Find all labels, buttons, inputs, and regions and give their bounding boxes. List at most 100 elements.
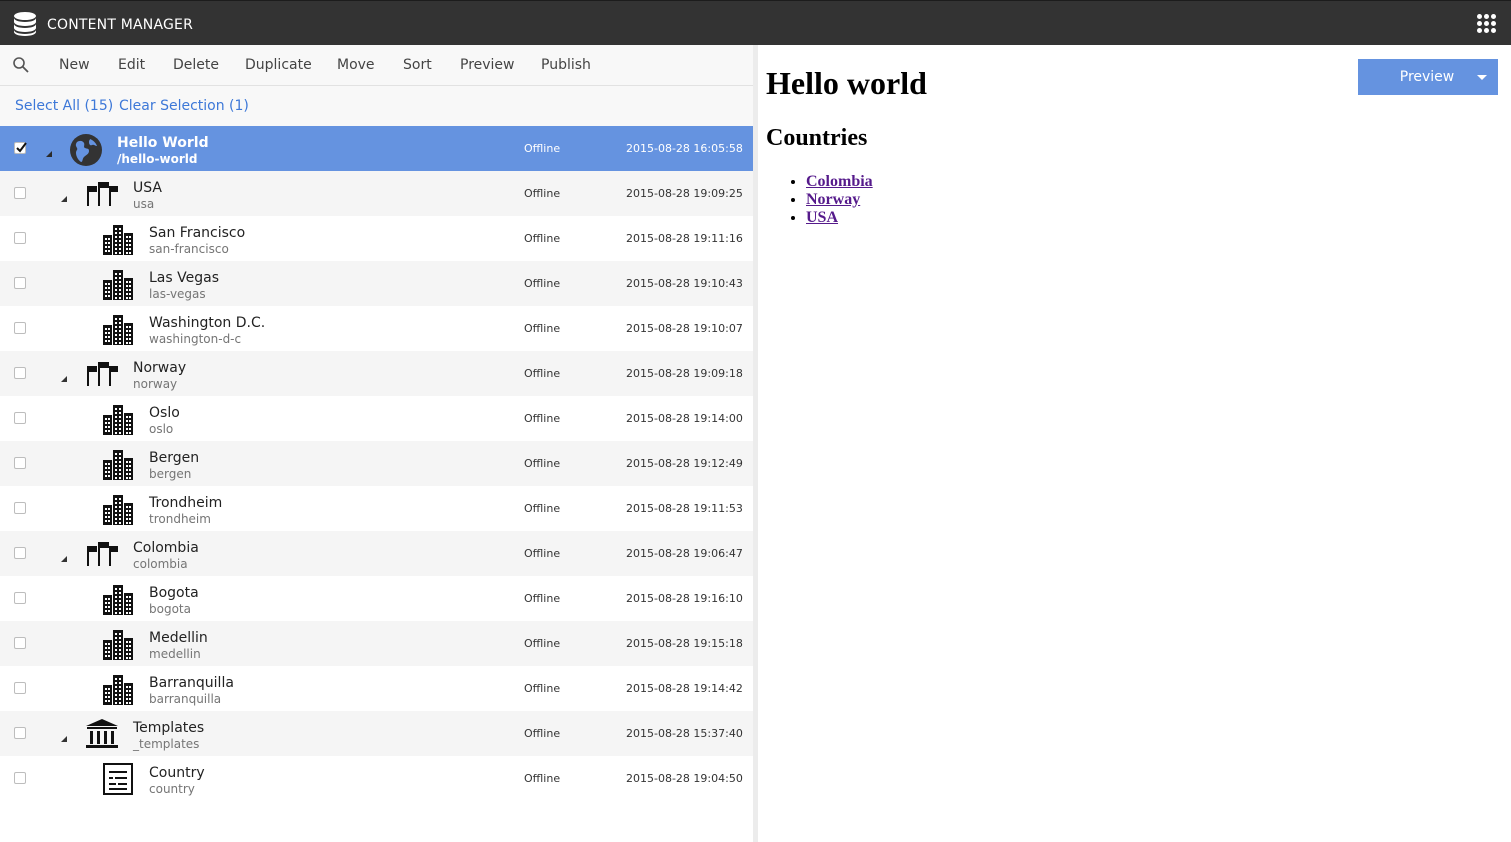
city-icon xyxy=(101,268,135,300)
row-title-block: Medellin medellin xyxy=(149,630,208,662)
city-icon xyxy=(101,313,135,345)
row-modified-date: 2015-08-28 19:15:18 xyxy=(626,637,743,650)
table-row[interactable]: Oslo oslo Offline 2015-08-28 19:14:00 xyxy=(0,396,753,441)
row-checkbox[interactable] xyxy=(14,547,26,559)
city-icon xyxy=(101,403,135,435)
list-item: USA xyxy=(806,209,873,227)
app-title: CONTENT MANAGER xyxy=(47,17,194,33)
row-status: Offline xyxy=(524,277,561,290)
sort-button[interactable]: Sort xyxy=(403,57,432,73)
expand-toggle-icon[interactable] xyxy=(59,369,69,382)
row-checkbox[interactable] xyxy=(14,457,26,469)
row-path: san-francisco xyxy=(149,242,229,256)
row-status: Offline xyxy=(524,502,561,515)
row-name: Country xyxy=(149,765,205,781)
list-item: Colombia xyxy=(806,173,873,191)
row-name: Hello World xyxy=(117,135,209,151)
search-icon[interactable] xyxy=(12,56,30,74)
row-modified-date: 2015-08-28 19:06:47 xyxy=(626,547,743,560)
new-button[interactable]: New xyxy=(59,57,90,73)
table-row[interactable]: USA usa Offline 2015-08-28 19:09:25 xyxy=(0,171,753,216)
row-path: usa xyxy=(133,197,155,211)
row-modified-date: 2015-08-28 19:16:10 xyxy=(626,592,743,605)
publish-button[interactable]: Publish xyxy=(541,57,591,73)
move-button[interactable]: Move xyxy=(337,57,375,73)
country-link[interactable]: Colombia xyxy=(806,173,873,190)
table-row[interactable]: Templates _templates Offline 2015-08-28 15:… xyxy=(0,711,753,756)
table-row[interactable]: Trondheim trondheim Offline 2015-08-28 19:1… xyxy=(0,486,753,531)
row-path: norway xyxy=(133,377,178,391)
selection-bar: Select All (15) Clear Selection (1) xyxy=(0,86,753,126)
row-path: bogota xyxy=(149,602,191,616)
row-name: Colombia xyxy=(133,540,199,556)
table-row[interactable]: Colombia colombia Offline 2015-08-28 19:06:… xyxy=(0,531,753,576)
row-title-block: Country country xyxy=(149,765,205,797)
row-name: Trondheim xyxy=(149,495,223,511)
table-row[interactable]: Bogota bogota Offline 2015-08-28 19:16:10 xyxy=(0,576,753,621)
row-status: Offline xyxy=(524,412,561,425)
row-checkbox[interactable] xyxy=(14,322,26,334)
toolbar: New Edit Delete Duplicate Move Sort Prev… xyxy=(0,45,753,86)
clear-selection-link[interactable]: Clear Selection (1) xyxy=(119,98,249,114)
row-checkbox[interactable] xyxy=(14,682,26,694)
row-checkbox[interactable] xyxy=(14,727,26,739)
row-path: _templates xyxy=(133,737,200,751)
table-row[interactable]: Norway norway Offline 2015-08-28 19:09:18 xyxy=(0,351,753,396)
table-row[interactable]: Barranquilla barranquilla Offline 2015-08-2… xyxy=(0,666,753,711)
content-tree-grid: Hello World/hello-world Offline 2015-08-28… xyxy=(0,126,753,801)
row-modified-date: 2015-08-28 19:14:42 xyxy=(626,682,743,695)
app-header: CONTENT MANAGER xyxy=(0,0,1511,45)
row-title-block: Oslo oslo xyxy=(149,405,180,437)
row-checkbox[interactable] xyxy=(14,637,26,649)
row-title-block: USA usa xyxy=(133,180,162,212)
expand-toggle-icon[interactable] xyxy=(59,189,69,202)
preview-button[interactable]: Preview xyxy=(1358,59,1498,95)
row-title-block: Norway norway xyxy=(133,360,186,392)
country-link[interactable]: USA xyxy=(806,209,838,226)
table-row[interactable]: Country country Offline 2015-08-28 19:04:50 xyxy=(0,756,753,801)
row-status: Offline xyxy=(524,142,561,155)
row-status: Offline xyxy=(524,187,561,200)
row-title-block: Washington D.C. washington-d-c xyxy=(149,315,265,347)
select-all-link[interactable]: Select All (15) xyxy=(15,98,113,114)
expand-toggle-icon[interactable] xyxy=(59,729,69,742)
row-status: Offline xyxy=(524,547,561,560)
row-title-block: Las Vegas las-vegas xyxy=(149,270,219,302)
row-name: Oslo xyxy=(149,405,180,421)
edit-button[interactable]: Edit xyxy=(118,57,145,73)
table-row[interactable]: Hello World/hello-world Offline 2015-08-28… xyxy=(0,126,753,171)
row-modified-date: 2015-08-28 19:11:16 xyxy=(626,232,743,245)
table-row[interactable]: Washington D.C. washington-d-c Offline 2015… xyxy=(0,306,753,351)
delete-button[interactable]: Delete xyxy=(173,57,219,73)
row-status: Offline xyxy=(524,637,561,650)
row-checkbox[interactable] xyxy=(14,232,26,244)
table-row[interactable]: Bergen bergen Offline 2015-08-28 19:12:49 xyxy=(0,441,753,486)
row-name: USA xyxy=(133,180,162,196)
row-checkbox[interactable] xyxy=(14,367,26,379)
checkmark-icon xyxy=(16,142,27,153)
row-modified-date: 2015-08-28 19:10:43 xyxy=(626,277,743,290)
row-title-block: Trondheim trondheim xyxy=(149,495,222,527)
row-checkbox[interactable] xyxy=(14,142,27,154)
row-checkbox[interactable] xyxy=(14,412,26,424)
row-path: colombia xyxy=(133,557,188,571)
row-name: Medellin xyxy=(149,630,208,646)
expand-toggle-icon[interactable] xyxy=(59,549,69,562)
apps-grid-icon[interactable] xyxy=(1477,14,1497,34)
table-row[interactable]: Medellin medellin Offline 2015-08-28 19:15:… xyxy=(0,621,753,666)
row-checkbox[interactable] xyxy=(14,592,26,604)
row-checkbox[interactable] xyxy=(14,502,26,514)
row-checkbox[interactable] xyxy=(14,277,26,289)
caret-down-icon[interactable] xyxy=(1466,59,1498,95)
preview-toolbar-button[interactable]: Preview xyxy=(460,57,515,73)
row-modified-date: 2015-08-28 15:37:40 xyxy=(626,727,743,740)
table-row[interactable]: Las Vegas las-vegas Offline 2015-08-28 19:1… xyxy=(0,261,753,306)
country-link[interactable]: Norway xyxy=(806,191,860,208)
table-row[interactable]: San Francisco san-francisco Offline 2015-08… xyxy=(0,216,753,261)
duplicate-button[interactable]: Duplicate xyxy=(245,57,312,73)
row-status: Offline xyxy=(524,232,561,245)
row-checkbox[interactable] xyxy=(14,187,26,199)
content-browser: New Edit Delete Duplicate Move Sort Prev… xyxy=(0,45,753,842)
row-checkbox[interactable] xyxy=(14,772,26,784)
expand-toggle-icon[interactable] xyxy=(44,144,54,157)
